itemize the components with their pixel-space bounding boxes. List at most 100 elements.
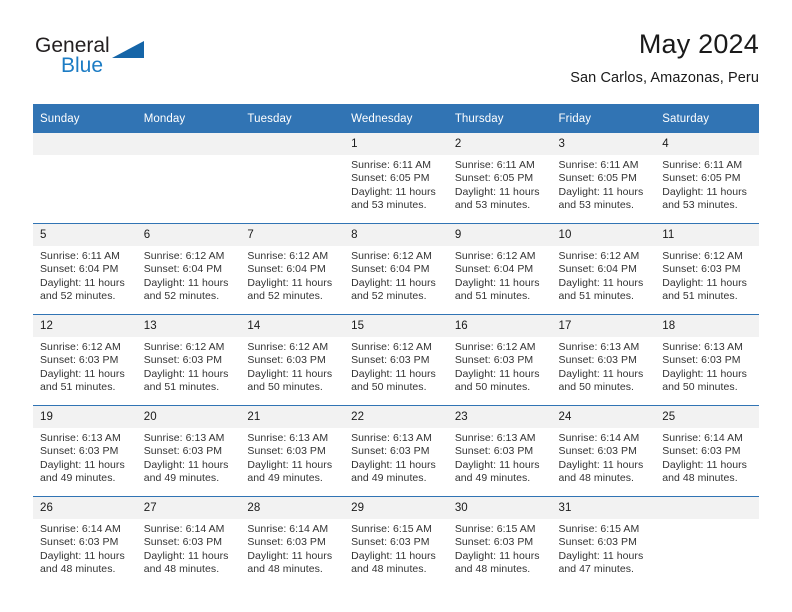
detail-daylight-2-line: and 49 minutes. xyxy=(143,472,220,485)
calendar-day-cell[interactable]: 30 Sunrise: 6:15 AM Sunset: 6:03 PM Dayligh… xyxy=(447,496,552,587)
day-details: Sunrise: 6:13 AM Sunset: 6:03 PM Daylight:… xyxy=(344,428,448,486)
calendar-day-cell[interactable]: 10 Sunrise: 6:12 AM Sunset: 6:04 PM Dayligh… xyxy=(551,223,656,315)
detail-sunset-line: Sunset: 6:04 PM xyxy=(143,263,223,276)
day-details: Sunrise: 6:15 AM Sunset: 6:03 PM Daylight:… xyxy=(448,519,552,577)
detail-daylight-1-line: Daylight: 11 hours xyxy=(558,549,644,562)
detail-daylight-1-line: Daylight: 11 hours xyxy=(454,549,540,562)
detail-daylight-1-line: Daylight: 11 hours xyxy=(454,458,540,471)
calendar-day-cell[interactable]: 16 Sunrise: 6:12 AM Sunset: 6:03 PM Dayligh… xyxy=(447,314,552,406)
detail-sunrise-line: Sunrise: 6:11 AM xyxy=(351,159,432,171)
day-number: 23 xyxy=(447,406,552,428)
detail-sunset-line: Sunset: 6:03 PM xyxy=(454,354,534,367)
calendar-day-cell[interactable]: 14 Sunrise: 6:12 AM Sunset: 6:03 PM Dayligh… xyxy=(240,314,345,406)
detail-sunrise-line: Sunrise: 6:11 AM xyxy=(558,159,639,171)
calendar-day-cell[interactable]: 6 Sunrise: 6:12 AM Sunset: 6:04 PM Daylight… xyxy=(136,223,241,315)
day-number: 9 xyxy=(447,224,552,246)
detail-daylight-1-line: Daylight: 11 hours xyxy=(558,458,644,471)
day-number: 27 xyxy=(136,497,241,519)
day-details: Sunrise: 6:11 AM Sunset: 6:05 PM Daylight:… xyxy=(552,155,656,213)
detail-sunset-line: Sunset: 6:05 PM xyxy=(662,172,741,185)
detail-daylight-2-line: and 50 minutes. xyxy=(558,381,634,394)
calendar-day-cell[interactable]: 20 Sunrise: 6:13 AM Sunset: 6:03 PM Dayligh… xyxy=(136,405,241,497)
detail-sunset-line: Sunset: 6:03 PM xyxy=(351,354,430,367)
calendar-day-cell[interactable]: 15 Sunrise: 6:12 AM Sunset: 6:03 PM Dayligh… xyxy=(344,314,448,406)
detail-daylight-1-line: Daylight: 11 hours xyxy=(247,367,333,380)
calendar-week-row: 26 Sunrise: 6:14 AM Sunset: 6:03 PM Dayligh… xyxy=(33,496,759,587)
calendar-day-cell[interactable]: 7 Sunrise: 6:12 AM Sunset: 6:04 PM Daylight… xyxy=(240,223,345,315)
calendar-day-cell[interactable]: 5 Sunrise: 6:11 AM Sunset: 6:04 PM Daylight… xyxy=(33,223,137,315)
day-number: 19 xyxy=(33,406,137,428)
calendar-header-row: Sunday Monday Tuesday Wednesday Thursday… xyxy=(33,104,759,133)
triangle-logo-icon xyxy=(112,41,144,58)
detail-daylight-2-line: and 48 minutes. xyxy=(662,472,738,485)
calendar-day-cell[interactable]: 17 Sunrise: 6:13 AM Sunset: 6:03 PM Dayligh… xyxy=(551,314,656,406)
day-number: 1 xyxy=(344,133,448,155)
calendar-day-cell[interactable]: 2 Sunrise: 6:11 AM Sunset: 6:05 PM Daylight… xyxy=(447,133,552,224)
detail-sunset-line: Sunset: 6:03 PM xyxy=(143,445,223,458)
detail-sunset-line: Sunset: 6:03 PM xyxy=(454,445,534,458)
detail-daylight-2-line: and 48 minutes. xyxy=(247,563,323,576)
calendar-day-cell[interactable]: 31 Sunrise: 6:15 AM Sunset: 6:03 PM Dayligh… xyxy=(551,496,656,587)
detail-sunrise-line: Sunrise: 6:12 AM xyxy=(143,341,225,353)
calendar-week-row: 12 Sunrise: 6:12 AM Sunset: 6:03 PM Dayligh… xyxy=(33,314,759,406)
calendar-day-cell[interactable]: 19 Sunrise: 6:13 AM Sunset: 6:03 PM Dayligh… xyxy=(33,405,137,497)
calendar-day-cell[interactable]: 25 Sunrise: 6:14 AM Sunset: 6:03 PM Dayligh… xyxy=(655,405,759,497)
day-number: 4 xyxy=(655,133,759,155)
detail-sunrise-line: Sunrise: 6:11 AM xyxy=(454,159,535,171)
weekday-header-friday: Friday xyxy=(551,104,656,133)
calendar-day-cell[interactable]: 8 Sunrise: 6:12 AM Sunset: 6:04 PM Daylight… xyxy=(344,223,448,315)
detail-daylight-2-line: and 48 minutes. xyxy=(351,563,427,576)
day-details: Sunrise: 6:12 AM Sunset: 6:04 PM Daylight:… xyxy=(137,246,241,304)
calendar-day-cell[interactable]: 13 Sunrise: 6:12 AM Sunset: 6:03 PM Dayligh… xyxy=(136,314,241,406)
detail-sunrise-line: Sunrise: 6:12 AM xyxy=(247,250,329,262)
detail-sunset-line: Sunset: 6:03 PM xyxy=(143,536,223,549)
detail-daylight-1-line: Daylight: 11 hours xyxy=(454,185,540,198)
calendar-day-cell-empty xyxy=(655,496,759,587)
day-details: Sunrise: 6:12 AM Sunset: 6:03 PM Daylight:… xyxy=(344,337,448,395)
day-details: Sunrise: 6:15 AM Sunset: 6:03 PM Daylight:… xyxy=(552,519,656,577)
calendar-day-cell[interactable]: 12 Sunrise: 6:12 AM Sunset: 6:03 PM Dayligh… xyxy=(33,314,137,406)
detail-daylight-2-line: and 48 minutes. xyxy=(454,563,531,576)
detail-daylight-2-line: and 50 minutes. xyxy=(247,381,323,394)
day-number: 17 xyxy=(551,315,656,337)
calendar-day-cell[interactable]: 29 Sunrise: 6:15 AM Sunset: 6:03 PM Dayligh… xyxy=(344,496,448,587)
calendar-day-cell[interactable]: 22 Sunrise: 6:13 AM Sunset: 6:03 PM Dayligh… xyxy=(344,405,448,497)
detail-daylight-1-line: Daylight: 11 hours xyxy=(143,458,229,471)
calendar-day-cell[interactable]: 1 Sunrise: 6:11 AM Sunset: 6:05 PM Daylight… xyxy=(344,133,448,224)
calendar-day-cell[interactable]: 23 Sunrise: 6:13 AM Sunset: 6:03 PM Dayligh… xyxy=(447,405,552,497)
detail-sunrise-line: Sunrise: 6:13 AM xyxy=(662,341,743,353)
detail-daylight-2-line: and 48 minutes. xyxy=(40,563,116,576)
day-details: Sunrise: 6:14 AM Sunset: 6:03 PM Daylight:… xyxy=(137,519,241,577)
detail-daylight-2-line: and 52 minutes. xyxy=(143,290,220,303)
detail-sunrise-line: Sunrise: 6:13 AM xyxy=(247,432,329,444)
detail-daylight-1-line: Daylight: 11 hours xyxy=(247,458,333,471)
calendar-day-cell[interactable]: 9 Sunrise: 6:12 AM Sunset: 6:04 PM Daylight… xyxy=(447,223,552,315)
day-details: Sunrise: 6:12 AM Sunset: 6:04 PM Daylight:… xyxy=(240,246,344,304)
calendar-day-cell[interactable]: 28 Sunrise: 6:14 AM Sunset: 6:03 PM Dayligh… xyxy=(240,496,345,587)
detail-sunrise-line: Sunrise: 6:13 AM xyxy=(40,432,121,444)
detail-sunrise-line: Sunrise: 6:13 AM xyxy=(558,341,640,353)
calendar-day-cell[interactable]: 26 Sunrise: 6:14 AM Sunset: 6:03 PM Dayligh… xyxy=(33,496,137,587)
weekday-header-sunday: Sunday xyxy=(33,104,137,133)
day-number xyxy=(655,497,759,519)
calendar-day-cell[interactable]: 3 Sunrise: 6:11 AM Sunset: 6:05 PM Daylight… xyxy=(551,133,656,224)
brand-logo[interactable]: General Blue xyxy=(33,34,233,90)
detail-daylight-1-line: Daylight: 11 hours xyxy=(662,276,747,289)
day-number: 21 xyxy=(240,406,345,428)
calendar-day-cell[interactable]: 21 Sunrise: 6:13 AM Sunset: 6:03 PM Dayligh… xyxy=(240,405,345,497)
detail-daylight-2-line: and 52 minutes. xyxy=(247,290,323,303)
detail-sunrise-line: Sunrise: 6:12 AM xyxy=(351,341,432,353)
calendar-day-cell[interactable]: 27 Sunrise: 6:14 AM Sunset: 6:03 PM Dayligh… xyxy=(136,496,241,587)
detail-daylight-1-line: Daylight: 11 hours xyxy=(662,367,747,380)
detail-sunset-line: Sunset: 6:04 PM xyxy=(40,263,119,276)
calendar-day-cell-empty xyxy=(33,133,137,224)
day-number: 7 xyxy=(240,224,345,246)
calendar-week-row: 1 Sunrise: 6:11 AM Sunset: 6:05 PM Daylight… xyxy=(33,133,759,224)
day-number: 10 xyxy=(551,224,656,246)
calendar-day-cell[interactable]: 24 Sunrise: 6:14 AM Sunset: 6:03 PM Dayligh… xyxy=(551,405,656,497)
calendar-day-cell[interactable]: 4 Sunrise: 6:11 AM Sunset: 6:05 PM Daylight… xyxy=(655,133,759,224)
calendar-day-cell[interactable]: 18 Sunrise: 6:13 AM Sunset: 6:03 PM Dayligh… xyxy=(655,314,759,406)
calendar-table: Sunday Monday Tuesday Wednesday Thursday… xyxy=(33,104,759,587)
calendar-day-cell[interactable]: 11 Sunrise: 6:12 AM Sunset: 6:03 PM Dayligh… xyxy=(655,223,759,315)
detail-daylight-1-line: Daylight: 11 hours xyxy=(247,276,333,289)
